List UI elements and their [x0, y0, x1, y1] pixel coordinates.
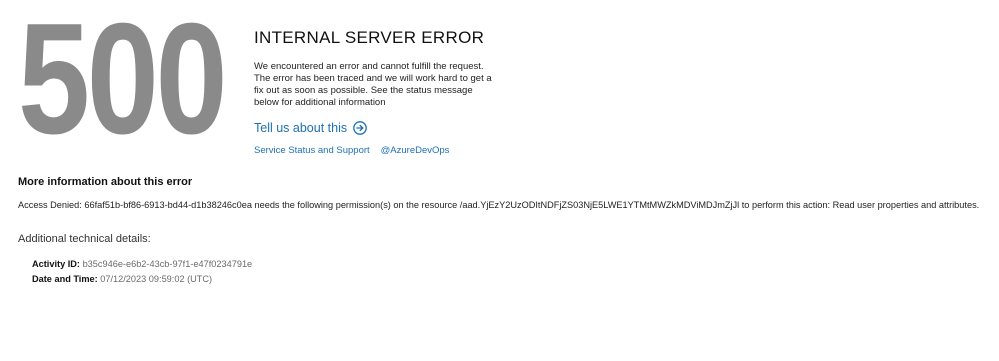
technical-details: Activity ID: b35c946e-e6b2-43cb-97f1-e47… [32, 257, 252, 287]
more-info-title: More information about this error [18, 176, 193, 188]
tell-us-link[interactable]: Tell us about this [254, 121, 504, 135]
arrow-right-circle-icon [353, 121, 367, 135]
azure-devops-link[interactable]: @AzureDevOps [381, 145, 450, 156]
tell-us-label: Tell us about this [254, 121, 348, 135]
activity-id-label: Activity ID: [32, 259, 80, 269]
page-title: INTERNAL SERVER ERROR [254, 28, 485, 47]
service-status-link[interactable]: Service Status and Support [254, 145, 370, 156]
activity-id-value: b35c946e-e6b2-43cb-97f1-e47f0234791e [82, 259, 253, 269]
date-time-label: Date and Time: [32, 274, 98, 284]
error-code: 500 [18, 0, 228, 167]
support-links: Service Status and Support @AzureDevOps [254, 145, 504, 156]
access-denied-message: Access Denied: 66faf51b-bf86-6913-bd44-d… [18, 200, 980, 210]
error-panel: INTERNAL SERVER ERROR We encountered an … [254, 28, 504, 156]
activity-id-row: Activity ID: b35c946e-e6b2-43cb-97f1-e47… [32, 257, 252, 272]
technical-details-title: Additional technical details: [18, 233, 151, 245]
error-description: We encountered an error and cannot fulfi… [254, 61, 492, 108]
date-time-value: 07/12/2023 09:59:02 (UTC) [100, 274, 213, 284]
date-time-row: Date and Time: 07/12/2023 09:59:02 (UTC) [32, 272, 252, 287]
more-info-section: More information about this error Access… [18, 176, 988, 210]
